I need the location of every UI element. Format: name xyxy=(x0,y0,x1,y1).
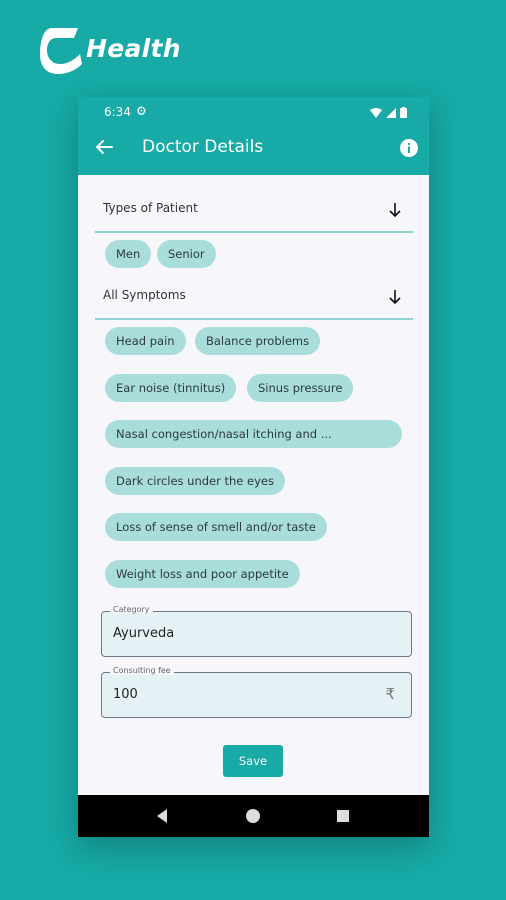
info-icon[interactable] xyxy=(399,138,419,158)
patient-types-label: Types of Patient xyxy=(103,201,198,215)
signal-icon xyxy=(386,107,397,118)
symptoms-dropdown[interactable]: All Symptoms xyxy=(95,278,413,320)
category-field[interactable]: Category Ayurveda xyxy=(101,605,412,657)
patient-types-dropdown[interactable]: Types of Patient xyxy=(95,191,413,233)
status-time: 6:34 xyxy=(104,105,131,119)
symptom-chip[interactable]: Balance problems xyxy=(195,327,321,355)
phone-screen: 6:34 ⚙ Doctor Details Types of Patient M… xyxy=(78,97,429,837)
save-button[interactable]: Save xyxy=(223,745,283,777)
status-icons xyxy=(370,105,407,119)
back-arrow-icon[interactable] xyxy=(92,135,116,159)
nav-back-icon[interactable] xyxy=(155,808,169,824)
patient-type-chip[interactable]: Men xyxy=(105,240,152,268)
nav-home-icon[interactable] xyxy=(245,808,261,824)
system-nav-bar xyxy=(78,795,429,837)
symptom-chip[interactable]: Weight loss and poor appetite xyxy=(105,560,300,588)
category-value: Ayurveda xyxy=(113,626,175,641)
consulting-fee-field[interactable]: Consulting fee 100 ₹ xyxy=(101,666,412,718)
consulting-fee-value: 100 xyxy=(113,687,138,702)
arrow-down-icon xyxy=(389,203,401,218)
symptoms-label: All Symptoms xyxy=(103,288,186,302)
app-bar: 6:34 ⚙ Doctor Details xyxy=(78,97,429,175)
category-label: Category xyxy=(110,605,153,614)
nav-recents-icon[interactable] xyxy=(336,808,350,824)
brand-name: Health xyxy=(86,34,181,63)
symptom-chip[interactable]: Dark circles under the eyes xyxy=(105,467,285,495)
symptom-chip[interactable]: Loss of sense of smell and/or taste xyxy=(105,513,327,541)
symptom-chip[interactable]: Ear noise (tinnitus) xyxy=(105,374,237,402)
patient-type-chip[interactable]: Senior xyxy=(157,240,216,268)
page-title: Doctor Details xyxy=(142,137,264,157)
wifi-icon xyxy=(370,107,383,118)
consulting-fee-label: Consulting fee xyxy=(110,666,174,675)
symptom-chip[interactable]: Head pain xyxy=(105,327,186,355)
symptom-chip[interactable]: Sinus pressure xyxy=(247,374,354,402)
rupee-icon: ₹ xyxy=(385,685,395,703)
ehealth-logo-icon xyxy=(40,28,82,74)
battery-icon xyxy=(400,107,407,118)
settings-gear-icon: ⚙ xyxy=(136,104,147,118)
status-bar: 6:34 ⚙ xyxy=(78,97,429,125)
symptom-chip[interactable]: Nasal congestion/nasal itching and ... xyxy=(105,420,402,448)
arrow-down-icon xyxy=(389,290,401,305)
